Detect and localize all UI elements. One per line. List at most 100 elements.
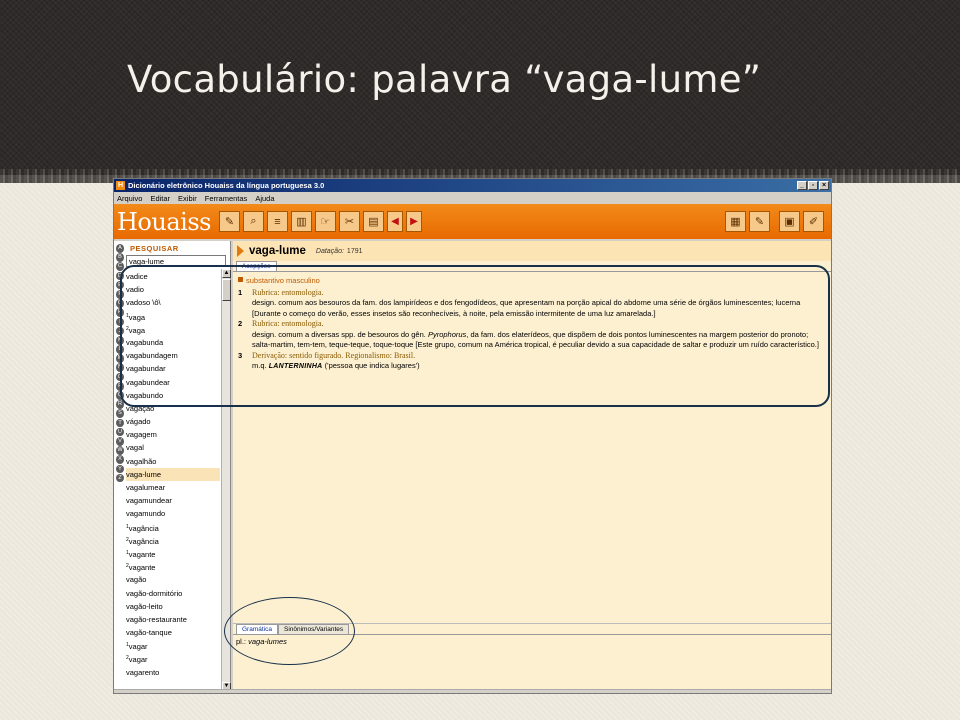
alphabet-letter-r[interactable]: R — [116, 400, 124, 409]
alphabet-letter-y[interactable]: Y — [116, 464, 124, 474]
list-item[interactable]: vagamundo — [126, 507, 220, 520]
alphabet-letter-x[interactable]: X — [116, 455, 124, 464]
list-item[interactable]: 2vaga — [126, 323, 220, 336]
tab-sinonimos[interactable]: Sinônimos/Variantes — [277, 624, 350, 634]
list-item[interactable]: 1vagância — [126, 521, 220, 534]
list-item[interactable]: vagabundear — [126, 376, 220, 389]
list-item[interactable]: vagabunda — [126, 336, 220, 349]
alphabet-letter-g[interactable]: G — [116, 299, 124, 308]
list-item-label: vagabundagem — [126, 351, 178, 361]
pencil-icon[interactable]: ✎ — [218, 211, 240, 232]
text-search-icon[interactable]: ≡ — [266, 211, 288, 232]
alphabet-letter-d[interactable]: D — [116, 271, 124, 281]
grammar-tabs: Gramática Sinônimos/Variantes — [233, 624, 831, 635]
list-item[interactable]: 1vagante — [126, 547, 220, 560]
edit-note-icon[interactable]: ✐ — [803, 211, 824, 232]
settings-icon[interactable]: ✎ — [749, 211, 770, 232]
list-item[interactable]: vagarento — [126, 666, 220, 679]
list-item[interactable]: vadoso \ô\ — [126, 296, 220, 309]
alphabet-letter-j[interactable]: J — [116, 326, 124, 336]
menu-ferramentas[interactable]: Ferramentas — [205, 194, 248, 203]
alphabet-letter-s[interactable]: S — [116, 409, 124, 419]
plural-form: vaga-lumes — [248, 637, 287, 646]
tab-gramatica[interactable]: Gramática — [236, 624, 278, 634]
list-item[interactable]: vágado — [126, 415, 220, 428]
list-item[interactable]: 1vaga — [126, 310, 220, 323]
tab-acepcoes[interactable]: Acepções — [236, 261, 277, 271]
houaiss-logo: Houaiss — [117, 207, 211, 236]
close-button[interactable]: × — [819, 181, 829, 190]
word-list-scrollbar[interactable]: ▲ ▼ — [221, 269, 231, 691]
list-item-label: vagão — [126, 575, 147, 585]
sense-number: 3 — [238, 350, 243, 360]
minimize-button[interactable]: _ — [797, 181, 807, 190]
alphabet-letter-e[interactable]: E — [116, 280, 124, 290]
alphabet-letter-q[interactable]: Q — [116, 391, 124, 400]
books-icon[interactable]: ▥ — [290, 211, 312, 232]
document-icon[interactable]: ▤ — [362, 211, 384, 232]
list-item[interactable]: vagalhão — [126, 455, 220, 468]
maximize-button[interactable]: ▫ — [808, 181, 818, 190]
alphabet-letter-u[interactable]: U — [116, 427, 124, 437]
list-item[interactable]: vagabundagem — [126, 349, 220, 362]
list-item[interactable]: 2vagar — [126, 652, 220, 665]
menu-exibir[interactable]: Exibir — [178, 194, 197, 203]
tools-icon[interactable]: ✂ — [338, 211, 360, 232]
status-bar — [114, 689, 831, 693]
alphabet-letter-w[interactable]: W — [116, 446, 124, 455]
alphabet-letter-t[interactable]: T — [116, 418, 124, 428]
search-input[interactable] — [126, 255, 226, 267]
alphabet-letter-a[interactable]: A — [116, 244, 124, 253]
list-item[interactable]: vagão-restaurante — [126, 613, 220, 626]
menu-arquivo[interactable]: Arquivo — [117, 194, 142, 203]
alphabet-letter-m[interactable]: M — [116, 354, 124, 363]
list-item[interactable]: vagão-leito — [126, 600, 220, 613]
alphabet-letter-k[interactable]: K — [116, 335, 124, 345]
list-item[interactable]: vagagem — [126, 428, 220, 441]
alphabet-letter-v[interactable]: V — [116, 436, 124, 446]
list-item[interactable]: vadice — [126, 270, 220, 283]
list-item-label: vagação — [126, 403, 155, 413]
list-item[interactable]: 2vagante — [126, 560, 220, 573]
alphabet-letter-f[interactable]: F — [116, 289, 124, 299]
menu-ajuda[interactable]: Ajuda — [255, 194, 274, 203]
list-item[interactable]: vagabundo — [126, 389, 220, 402]
stack-books-icon[interactable]: ▦ — [725, 211, 746, 232]
list-item[interactable]: vagamundear — [126, 494, 220, 507]
scroll-thumb[interactable] — [222, 279, 231, 301]
alphabet-letter-z[interactable]: Z — [116, 473, 124, 483]
window-view-icon[interactable]: ▣ — [779, 211, 800, 232]
cross-reference-link[interactable]: LANTERNINHA — [269, 363, 323, 370]
alphabet-letter-l[interactable]: L — [116, 345, 124, 354]
list-item[interactable]: vagão — [126, 573, 220, 586]
magnifier-icon[interactable]: ⌕ — [242, 211, 264, 232]
forward-arrow-icon[interactable]: ▶ — [405, 211, 422, 232]
list-item[interactable]: vadio — [126, 283, 220, 296]
alphabet-letter-i[interactable]: I — [116, 317, 124, 327]
back-arrow-icon[interactable]: ◀ — [386, 211, 403, 232]
alphabet-letter-o[interactable]: O — [116, 372, 124, 382]
alphabet-letter-b[interactable]: B — [116, 253, 124, 262]
list-item-label: vagante — [128, 563, 156, 573]
list-item[interactable]: vaga-lume — [126, 467, 220, 481]
list-item[interactable]: vagabundar — [126, 362, 220, 375]
list-item[interactable]: vagão-tanque — [126, 626, 220, 639]
menu-editar[interactable]: Editar — [150, 194, 170, 203]
alphabet-letter-h[interactable]: H — [116, 308, 124, 317]
list-item-label: vaga-lume — [126, 469, 162, 479]
scroll-up-icon[interactable]: ▲ — [222, 269, 231, 278]
list-item[interactable]: vagal — [126, 441, 220, 454]
list-item[interactable]: 2vagância — [126, 534, 220, 547]
sense-number: 1 — [238, 287, 243, 297]
pointer-icon[interactable]: ☞ — [314, 211, 336, 232]
alphabet-letter-p[interactable]: P — [116, 381, 124, 391]
alphabet-letter-c[interactable]: C — [116, 262, 124, 272]
list-item[interactable]: vagalumear — [126, 481, 220, 494]
sense-number: 2 — [238, 319, 243, 328]
list-item[interactable]: vagação — [126, 402, 220, 415]
alphabet-letter-n[interactable]: N — [116, 363, 124, 373]
list-item[interactable]: vagão-dormitório — [126, 587, 220, 600]
title-bar: H Dicionário eletrônico Houaiss da língu… — [114, 179, 831, 192]
slide-title: Vocabulário: palavra “vaga-lume” — [127, 58, 762, 101]
list-item[interactable]: 1vagar — [126, 639, 220, 652]
